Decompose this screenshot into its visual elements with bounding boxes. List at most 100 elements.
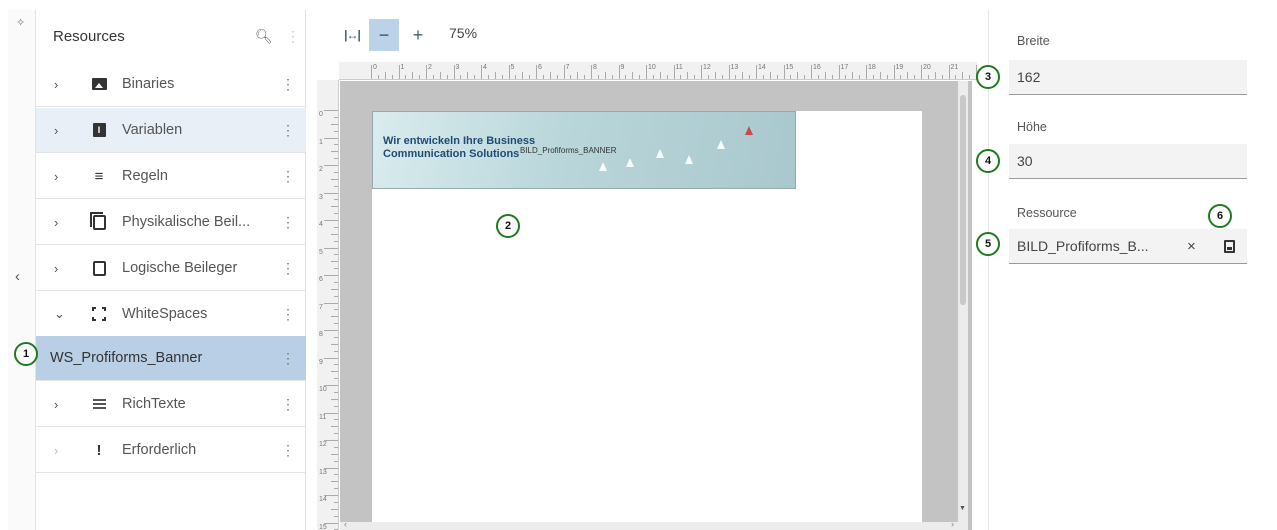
scroll-down-icon[interactable]: ▼ xyxy=(959,505,966,512)
ruler-tick-mark xyxy=(735,75,737,79)
chevron-right-icon[interactable]: › xyxy=(36,261,76,276)
scroll-right-icon[interactable]: › xyxy=(951,519,954,529)
ruler-tick-mark xyxy=(324,302,338,304)
tree-item-richtexte[interactable]: › RichTexte ⋮ xyxy=(36,382,306,427)
search-icon[interactable]: 🔍︎ xyxy=(255,28,281,45)
ruler-tick-mark xyxy=(927,75,929,79)
more-options-icon[interactable]: ⋮ xyxy=(270,306,306,323)
more-options-icon[interactable]: ⋮ xyxy=(270,122,306,139)
chevron-right-icon[interactable]: › xyxy=(36,123,76,138)
chevron-right-icon[interactable]: › xyxy=(36,397,76,412)
callout-badge-6: 6 xyxy=(1208,204,1232,228)
more-options-icon[interactable]: ⋮ xyxy=(270,76,306,93)
ruler-tick-mark xyxy=(941,75,943,79)
ruler-tick-mark xyxy=(632,72,634,79)
ruler-tick-label: 7 xyxy=(565,64,570,71)
width-field[interactable]: 162 xyxy=(1009,60,1247,95)
scroll-left-icon[interactable]: ‹ xyxy=(344,519,347,529)
ruler-tick-mark xyxy=(331,316,338,318)
chevron-right-icon[interactable]: › xyxy=(36,169,76,184)
ruler-tick-mark xyxy=(824,72,826,79)
ruler-tick-mark xyxy=(529,75,531,79)
more-options-icon[interactable]: ⋮ xyxy=(270,168,306,185)
ruler-tick-mark xyxy=(334,116,338,118)
ruler-tick-mark xyxy=(334,226,338,228)
ruler-tick-mark xyxy=(542,75,544,79)
ruler-tick-mark xyxy=(707,75,709,79)
ruler-tick-mark xyxy=(331,371,338,373)
more-options-icon[interactable]: ⋮ xyxy=(270,214,306,231)
more-options-icon[interactable]: ⋮ xyxy=(270,396,306,413)
ruler-tick-mark xyxy=(762,75,764,79)
scrollbar-thumb[interactable] xyxy=(960,95,966,305)
red-plane-icon xyxy=(745,126,753,135)
height-field[interactable]: 30 xyxy=(1009,144,1247,179)
chevron-right-icon[interactable]: › xyxy=(36,215,76,230)
horizontal-scrollbar[interactable]: ‹ › xyxy=(340,519,958,530)
ruler-tick-mark xyxy=(334,144,338,146)
tree-item-regeln[interactable]: › ≡ Regeln ⋮ xyxy=(36,154,306,199)
ruler-tick-mark xyxy=(536,65,537,79)
ruler-tick-mark xyxy=(639,75,641,79)
required-icon: ! xyxy=(96,441,102,459)
ruler-tick-mark xyxy=(584,75,586,79)
ruler-tick-mark xyxy=(659,72,661,79)
ruler-tick-mark xyxy=(831,75,833,79)
ruler-tick-label: 18 xyxy=(868,64,876,71)
tree-item-erforderlich[interactable]: › ! Erforderlich ⋮ xyxy=(36,428,306,473)
ruler-tick-label: 6 xyxy=(319,276,323,283)
more-options-icon[interactable]: ⋮ xyxy=(270,442,306,459)
clear-icon[interactable]: × xyxy=(1187,238,1211,255)
ruler-tick-mark xyxy=(324,137,338,139)
banner-image[interactable]: Wir entwickeln Ihre Business Communicati… xyxy=(372,111,796,189)
vertical-scrollbar[interactable]: ▼ xyxy=(958,81,968,530)
more-options-icon[interactable]: ⋮ xyxy=(270,260,306,277)
ruler-tick-mark xyxy=(680,75,682,79)
ruler-tick-mark xyxy=(324,247,338,249)
tree-item-physikalische-beileger[interactable]: › Physikalische Beil... ⋮ xyxy=(36,200,306,245)
ruler-tick-mark xyxy=(893,65,895,79)
ruler-tick-mark xyxy=(474,75,476,79)
chevron-right-icon[interactable]: › xyxy=(36,443,76,458)
tree-item-label: WS_Profiforms_Banner xyxy=(50,350,203,366)
tree-item-logische-beileger[interactable]: › Logische Beileger ⋮ xyxy=(36,246,306,291)
ruler-tick-mark xyxy=(398,65,400,79)
ruler-tick-mark xyxy=(749,75,751,79)
height-label: Höhe xyxy=(1017,120,1047,134)
ruler-tick-mark xyxy=(494,72,496,79)
tree-item-whitespaces[interactable]: ⌄ WhiteSpaces ⋮ xyxy=(36,292,306,337)
tree-item-binaries[interactable]: › Binaries ⋮ xyxy=(36,62,306,107)
collapse-panel-icon[interactable]: ‹ xyxy=(15,268,20,285)
more-options-icon[interactable]: ⋮ xyxy=(270,350,306,367)
header-menu-icon[interactable]: ⋮ xyxy=(281,28,305,45)
ruler-tick-mark xyxy=(334,281,338,283)
ruler-tick-mark xyxy=(334,460,338,462)
document-page[interactable]: Wir entwickeln Ihre Business Communicati… xyxy=(372,111,922,530)
ruler-tick-mark xyxy=(331,508,338,510)
tree-item-variablen[interactable]: › I Variablen ⋮ xyxy=(36,108,306,153)
ruler-tick-label: 10 xyxy=(648,64,656,71)
zoom-out-button[interactable]: − xyxy=(369,19,399,51)
ruler-tick-mark xyxy=(446,75,448,79)
rules-icon: ≡ xyxy=(94,167,104,185)
chevron-down-icon[interactable]: ⌄ xyxy=(36,306,76,322)
pick-resource-button[interactable] xyxy=(1211,239,1247,253)
zoom-in-button[interactable]: + xyxy=(403,19,433,51)
ruler-tick-mark xyxy=(907,72,909,79)
fit-width-icon[interactable]: |↔| xyxy=(337,19,367,51)
ruler-tick-mark xyxy=(334,405,338,407)
callout-badge-5: 5 xyxy=(976,232,1000,256)
ruler-tick-mark xyxy=(391,75,393,79)
resource-field[interactable]: BILD_Profiforms_B... × xyxy=(1009,229,1247,264)
ruler-tick-mark xyxy=(783,65,785,79)
tree-item-ws-profiforms-banner[interactable]: WS_Profiforms_Banner ⋮ xyxy=(36,336,306,381)
ruler-tick-mark xyxy=(804,75,806,79)
chevron-right-icon[interactable]: › xyxy=(36,77,76,92)
ruler-tick-label: 15 xyxy=(785,64,794,71)
ruler-tick-mark xyxy=(934,72,936,79)
callout-badge-4: 4 xyxy=(976,149,1000,173)
callout-badge-1: 1 xyxy=(14,342,38,366)
ruler-tick-mark xyxy=(508,65,510,79)
ruler-tick-mark xyxy=(432,75,434,79)
pin-icon[interactable]: ✧ xyxy=(16,16,25,29)
